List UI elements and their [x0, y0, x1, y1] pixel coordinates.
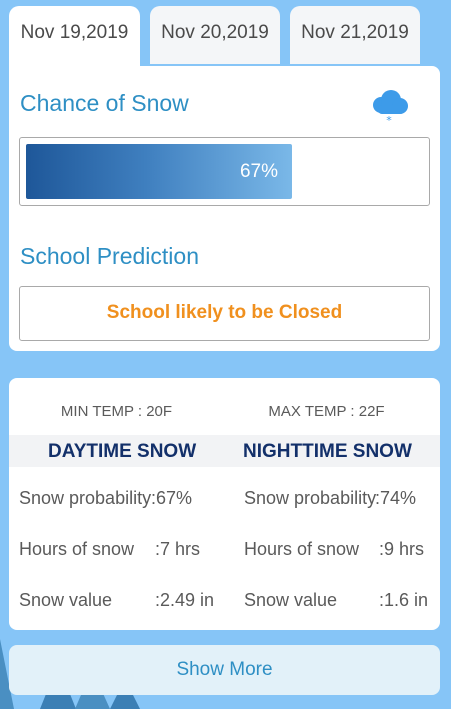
snow-chance-progress: 67% — [19, 137, 430, 206]
day-snow-value: :2.49 in — [155, 590, 215, 610]
show-more-label: Show More — [176, 659, 273, 680]
school-prediction-text: School likely to be Closed — [106, 302, 343, 323]
night-snow-value: :1.6 in — [379, 590, 429, 610]
tab-nov-20[interactable]: Nov 20,2019 — [150, 6, 280, 64]
night-probability-label: Snow probability — [244, 488, 377, 508]
nighttime-snow-header: NIGHTTIME SNOW — [243, 441, 412, 462]
tab-label: Nov 20,2019 — [161, 22, 269, 43]
tab-nov-21[interactable]: Nov 21,2019 — [290, 6, 420, 64]
chance-card: Chance of Snow * 67% School Prediction S… — [9, 66, 440, 351]
tab-nov-19[interactable]: Nov 19,2019 — [9, 6, 140, 70]
snow-header-band: DAYTIME SNOW NIGHTTIME SNOW — [9, 435, 440, 467]
daytime-snow-header: DAYTIME SNOW — [48, 441, 197, 462]
night-hours-label: Hours of snow — [244, 539, 360, 559]
progress-percent: 67% — [239, 161, 278, 182]
show-more-button[interactable]: Show More — [9, 645, 440, 695]
snow-cloud-icon: * — [373, 90, 408, 126]
school-prediction-title: School Prediction — [20, 243, 199, 269]
day-probability-label: Snow probability — [19, 488, 152, 508]
tab-label: Nov 21,2019 — [301, 22, 409, 43]
tab-label: Nov 19,2019 — [20, 22, 129, 43]
day-hours-value: :7 hrs — [155, 539, 201, 559]
night-probability-value: :74% — [375, 488, 417, 508]
min-temp: MIN TEMP : 20F — [60, 403, 173, 420]
day-hours-label: Hours of snow — [19, 539, 135, 559]
snow-details-card: MIN TEMP : 20F MAX TEMP : 22F DAYTIME SN… — [9, 378, 440, 630]
max-temp: MAX TEMP : 22F — [268, 403, 385, 420]
day-snow-value-label: Snow value — [19, 590, 113, 610]
day-probability-value: :67% — [151, 488, 193, 508]
night-snow-value-label: Snow value — [244, 590, 338, 610]
svg-text:*: * — [386, 114, 392, 126]
night-hours-value: :9 hrs — [379, 539, 425, 559]
school-prediction-box: School likely to be Closed — [19, 286, 430, 341]
progress-fill: 67% — [26, 144, 292, 199]
chance-title: Chance of Snow — [20, 90, 189, 116]
